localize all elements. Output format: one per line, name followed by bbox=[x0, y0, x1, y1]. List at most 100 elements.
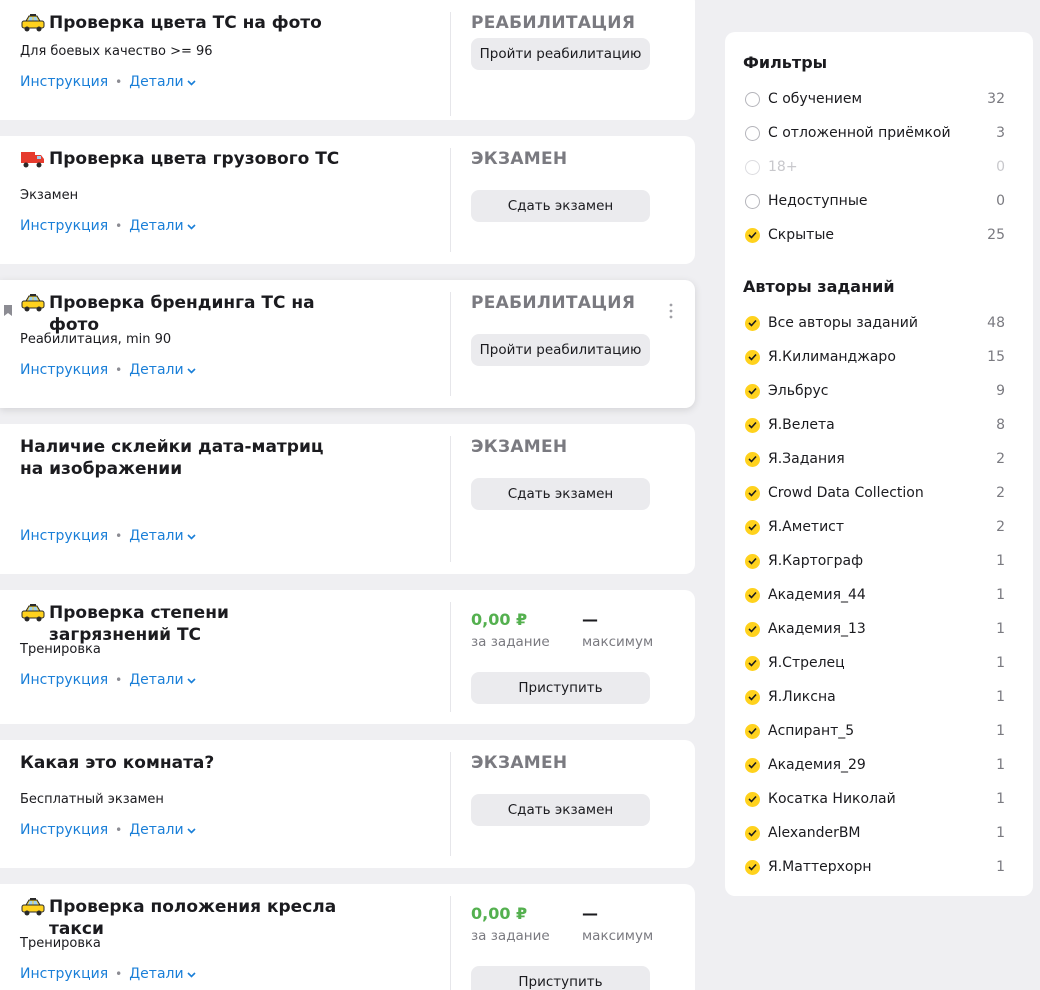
task-title[interactable]: Проверка цвета грузового ТС bbox=[20, 148, 340, 170]
checkbox-checked-icon[interactable] bbox=[745, 757, 760, 773]
author-row[interactable]: Я.Килиманджаро 15 bbox=[745, 347, 1005, 367]
checkbox-checked-icon[interactable] bbox=[745, 859, 760, 875]
link-separator: • bbox=[115, 673, 123, 687]
task-title[interactable]: Какая это комната? bbox=[20, 752, 340, 774]
task-card[interactable]: Наличие склейки дата-матриц на изображен… bbox=[0, 424, 695, 574]
task-card[interactable]: Проверка положения кресла такси Тренировк… bbox=[0, 884, 695, 990]
filter-row[interactable]: Скрытые 25 bbox=[745, 225, 1005, 245]
instruction-link[interactable]: Инструкция bbox=[20, 218, 108, 234]
instruction-link[interactable]: Инструкция bbox=[20, 362, 108, 378]
task-title[interactable]: Проверка цвета ТС на фото bbox=[20, 12, 340, 34]
task-title[interactable]: Проверка положения кресла такси bbox=[20, 896, 340, 940]
author-row[interactable]: Академия_44 1 bbox=[745, 585, 1005, 605]
more-options-icon[interactable] bbox=[668, 303, 674, 319]
author-row[interactable]: Я.Задания 2 bbox=[745, 449, 1005, 469]
task-action-button[interactable]: Пройти реабилитацию bbox=[471, 334, 650, 366]
task-action-button[interactable]: Пройти реабилитацию bbox=[471, 38, 650, 70]
checkbox-checked-icon[interactable] bbox=[745, 587, 760, 603]
checkbox-checked-icon[interactable] bbox=[745, 383, 760, 399]
checkbox-checked-icon[interactable] bbox=[745, 621, 760, 637]
author-row[interactable]: Эльбрус 9 bbox=[745, 381, 1005, 401]
instruction-link[interactable]: Инструкция bbox=[20, 822, 108, 838]
author-row[interactable]: AlexanderBM 1 bbox=[745, 823, 1005, 843]
details-link[interactable]: Детали bbox=[129, 362, 183, 378]
instruction-link[interactable]: Инструкция bbox=[20, 528, 108, 544]
instruction-link[interactable]: Инструкция bbox=[20, 672, 108, 688]
checkbox-checked-icon[interactable] bbox=[745, 825, 760, 841]
author-row[interactable]: Crowd Data Collection 2 bbox=[745, 483, 1005, 503]
task-description: Тренировка bbox=[20, 642, 101, 657]
details-link[interactable]: Детали bbox=[129, 822, 183, 838]
chevron-down-icon[interactable] bbox=[187, 966, 196, 982]
task-title[interactable]: Наличие склейки дата-матриц на изображен… bbox=[20, 436, 340, 480]
filter-count: 1 bbox=[996, 723, 1005, 739]
checkbox-checked-icon[interactable] bbox=[745, 315, 760, 331]
author-row[interactable]: Я.Велета 8 bbox=[745, 415, 1005, 435]
checkbox-checked-icon[interactable] bbox=[745, 553, 760, 569]
filter-count: 2 bbox=[996, 519, 1005, 535]
author-row[interactable]: Я.Стрелец 1 bbox=[745, 653, 1005, 673]
checkbox-icon[interactable] bbox=[745, 125, 760, 141]
instruction-link[interactable]: Инструкция bbox=[20, 966, 108, 982]
filter-row[interactable]: Недоступные 0 bbox=[745, 191, 1005, 211]
task-card[interactable]: Проверка брендинга ТС на фото Реабилитаци… bbox=[0, 280, 695, 408]
task-card[interactable]: Проверка цвета ТС на фото Для боевых каче… bbox=[0, 0, 695, 120]
filters-title: Фильтры bbox=[743, 53, 828, 72]
task-action-button[interactable]: Сдать экзамен bbox=[471, 794, 650, 826]
checkbox-checked-icon[interactable] bbox=[745, 689, 760, 705]
chevron-down-icon[interactable] bbox=[187, 672, 196, 688]
chevron-down-icon[interactable] bbox=[187, 362, 196, 378]
author-row[interactable]: Все авторы заданий 48 bbox=[745, 313, 1005, 333]
details-link[interactable]: Детали bbox=[129, 218, 183, 234]
task-card[interactable]: Проверка степени загрязнений ТС Тренировк… bbox=[0, 590, 695, 724]
task-action-button[interactable]: Сдать экзамен bbox=[471, 190, 650, 222]
checkbox-icon[interactable] bbox=[745, 193, 760, 209]
details-link[interactable]: Детали bbox=[129, 74, 183, 90]
checkbox-checked-icon[interactable] bbox=[745, 655, 760, 671]
details-link[interactable]: Детали bbox=[129, 672, 183, 688]
bookmark-icon[interactable] bbox=[4, 305, 12, 316]
filters-sidebar: Фильтры С обучением 32 С отложенной приёмк… bbox=[725, 32, 1033, 896]
checkbox-checked-icon[interactable] bbox=[745, 791, 760, 807]
chevron-down-icon[interactable] bbox=[187, 528, 196, 544]
author-row[interactable]: Косатка Николай 1 bbox=[745, 789, 1005, 809]
chevron-down-icon[interactable] bbox=[187, 218, 196, 234]
checkbox-icon[interactable] bbox=[745, 91, 760, 107]
task-links: Инструкция • Детали bbox=[20, 822, 196, 838]
checkbox-checked-icon[interactable] bbox=[745, 723, 760, 739]
task-links: Инструкция • Детали bbox=[20, 218, 196, 234]
checkbox-checked-icon[interactable] bbox=[745, 417, 760, 433]
task-description: Реабилитация, min 90 bbox=[20, 332, 172, 347]
author-row[interactable]: Академия_29 1 bbox=[745, 755, 1005, 775]
checkbox-checked-icon[interactable] bbox=[745, 349, 760, 365]
author-row[interactable]: Я.Маттерхорн 1 bbox=[745, 857, 1005, 877]
task-card[interactable]: Проверка цвета грузового ТС Экзамен Инстру… bbox=[0, 136, 695, 264]
task-action-button[interactable]: Сдать экзамен bbox=[471, 478, 650, 510]
filter-label: Академия_13 bbox=[768, 621, 866, 637]
filter-count: 15 bbox=[987, 349, 1005, 365]
task-action-button[interactable]: Приступить bbox=[471, 966, 650, 990]
author-row[interactable]: Я.Аметист 2 bbox=[745, 517, 1005, 537]
filter-row[interactable]: С отложенной приёмкой 3 bbox=[745, 123, 1005, 143]
details-link[interactable]: Детали bbox=[129, 528, 183, 544]
checkbox-checked-icon[interactable] bbox=[745, 485, 760, 501]
task-action-button[interactable]: Приступить bbox=[471, 672, 650, 704]
checkbox-checked-icon[interactable] bbox=[745, 227, 760, 243]
author-row[interactable]: Я.Картограф 1 bbox=[745, 551, 1005, 571]
task-status: РЕАБИЛИТАЦИЯ bbox=[471, 13, 636, 33]
taxi-icon bbox=[20, 897, 46, 917]
filter-row[interactable]: С обучением 32 bbox=[745, 89, 1005, 109]
instruction-link[interactable]: Инструкция bbox=[20, 74, 108, 90]
author-row[interactable]: Академия_13 1 bbox=[745, 619, 1005, 639]
details-link[interactable]: Детали bbox=[129, 966, 183, 982]
task-card[interactable]: Какая это комната? Бесплатный экзамен Инст… bbox=[0, 740, 695, 868]
chevron-down-icon[interactable] bbox=[187, 74, 196, 90]
checkbox-checked-icon[interactable] bbox=[745, 451, 760, 467]
task-title[interactable]: Проверка брендинга ТС на фото bbox=[20, 292, 340, 336]
chevron-down-icon[interactable] bbox=[187, 822, 196, 838]
author-row[interactable]: Аспирант_5 1 bbox=[745, 721, 1005, 741]
checkbox-checked-icon[interactable] bbox=[745, 519, 760, 535]
author-row[interactable]: Я.Ликсна 1 bbox=[745, 687, 1005, 707]
task-title[interactable]: Проверка степени загрязнений ТС bbox=[20, 602, 340, 646]
link-separator: • bbox=[115, 219, 123, 233]
